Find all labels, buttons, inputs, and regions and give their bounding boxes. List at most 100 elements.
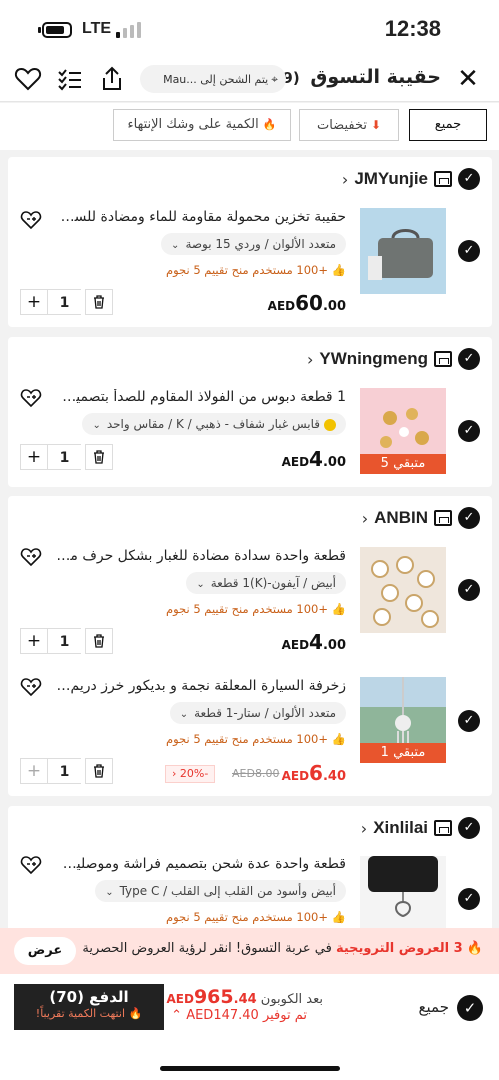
- chevron-down-icon: ⌄: [196, 579, 205, 590]
- quantity-stepper[interactable]: + 1: [20, 444, 115, 470]
- quantity-stepper[interactable]: + 1: [20, 289, 115, 315]
- product-image[interactable]: [360, 208, 446, 294]
- shipping-text: يتم الشحن إلى ...Mau: [163, 73, 269, 86]
- variant-text: قابس غبار شفاف - ذهبي / K / مقاس واحد: [106, 417, 320, 431]
- checkout-button[interactable]: الدفع (70) 🔥 انتهت الكمية تقريباً!: [14, 984, 164, 1030]
- move-to-wishlist-icon[interactable]: [20, 209, 42, 231]
- delete-icon[interactable]: [85, 444, 113, 470]
- delete-icon[interactable]: [85, 628, 113, 654]
- quantity-stepper[interactable]: + 1: [20, 628, 115, 654]
- item-checkbox[interactable]: ✓: [458, 710, 480, 732]
- store-header[interactable]: ✓ YWningmeng ‹: [307, 347, 480, 371]
- quantity-stepper[interactable]: + 1: [20, 758, 115, 784]
- chevron-left-icon: ‹: [361, 508, 369, 528]
- item-checkbox[interactable]: ✓: [458, 579, 480, 601]
- rating-note: 👍 +100 مستخدم منح تقييم 5 نجوم: [165, 602, 346, 616]
- promo-banner[interactable]: 🔥 3 العروض الترويجية في عربة التسوق! انق…: [0, 928, 499, 974]
- store-header[interactable]: ✓ JMYunjie ‹: [342, 167, 480, 191]
- chevron-left-icon: ‹: [341, 169, 349, 189]
- select-all-label[interactable]: جميع: [419, 998, 449, 1016]
- filter-low-stock[interactable]: 🔥الكمية على وشك الإنتهاء: [113, 109, 291, 141]
- rating-note: 👍 +100 مستخدم منح تقييم 5 نجوم: [165, 263, 346, 277]
- increase-button[interactable]: +: [20, 289, 48, 315]
- increase-button[interactable]: +: [20, 758, 48, 784]
- checklist-icon[interactable]: [55, 64, 85, 94]
- store-checkbox[interactable]: ✓: [458, 348, 480, 370]
- discount-badge[interactable]: -20% ‹: [165, 765, 216, 783]
- item-checkbox[interactable]: ✓: [458, 888, 480, 910]
- savings-text[interactable]: تم توفير AED147.40 ⌃: [171, 1008, 307, 1023]
- price: AED60.00: [267, 291, 346, 315]
- product-name[interactable]: قطعة واحدة عدة شحن بتصميم فراشة وموصلين …: [56, 856, 346, 872]
- down-arrow-icon: ⬇: [370, 118, 382, 132]
- increase-button[interactable]: +: [20, 628, 48, 654]
- variant-selector[interactable]: أبيض وأسود من القلب إلى القلب / Type C ⌄: [95, 880, 346, 902]
- variant-selector[interactable]: متعدد الألوان / ستار-1 قطعة ⌄: [169, 702, 346, 724]
- move-to-wishlist-icon[interactable]: [20, 387, 42, 409]
- product-name[interactable]: قطعة واحدة سدادة مضادة للغبار بشكل حرف م…: [56, 548, 346, 564]
- variant-selector[interactable]: متعدد الألوان / وردي 15 بوصة ⌄: [161, 233, 346, 255]
- product-name[interactable]: زخرفة السيارة المعلقة نجمة و بديكور خرز …: [56, 678, 346, 694]
- color-swatch: [324, 418, 336, 431]
- cart-item: ✓ قطعة واحدة عدة شحن بتصميم فراشة وموصلي…: [8, 854, 492, 928]
- product-image[interactable]: متبقي 5: [360, 388, 446, 474]
- home-indicator: [160, 1066, 340, 1071]
- status-bar: LTE 12:38: [0, 0, 499, 58]
- select-all-checkbox[interactable]: ✓: [457, 995, 483, 1021]
- chevron-down-icon: ⌄: [171, 240, 180, 251]
- store-card: ✓ ANBIN ‹ ✓ قطعة واحدة سدادة مضادة للغبا…: [8, 496, 492, 796]
- store-name[interactable]: JMYunjie: [354, 169, 428, 189]
- store-icon: [434, 510, 452, 526]
- promo-text: 🔥 3 العروض الترويجية في عربة التسوق! انق…: [82, 941, 483, 956]
- store-card: ✓ Xinlilai ‹ ✓ قطعة واحدة عدة شحن بتصميم…: [8, 806, 492, 928]
- product-name[interactable]: 1 قطعة دبوس من الفولاذ المقاوم للصدأ بتص…: [56, 389, 346, 405]
- delete-icon[interactable]: [85, 289, 113, 315]
- store-header[interactable]: ✓ Xinlilai ‹: [361, 816, 480, 840]
- wishlist-heart-icon[interactable]: [13, 64, 43, 94]
- store-icon: [434, 171, 452, 187]
- filter-all[interactable]: جميع: [409, 109, 487, 141]
- promo-highlight: 3 العروض الترويجية: [335, 941, 463, 956]
- close-icon[interactable]: ✕: [455, 66, 481, 92]
- increase-button[interactable]: +: [20, 444, 48, 470]
- promo-message: في عربة التسوق! انقر لرؤية العروض الحصري…: [82, 941, 332, 956]
- product-image[interactable]: [360, 547, 446, 633]
- store-header[interactable]: ✓ ANBIN ‹: [362, 506, 480, 530]
- filter-bar: جميع ⬇تخفيضات 🔥الكمية على وشك الإنتهاء: [0, 103, 499, 150]
- product-image[interactable]: متبقي 1: [360, 677, 446, 763]
- variant-text: أبيض وأسود من القلب إلى القلب / Type C: [119, 884, 336, 898]
- store-checkbox[interactable]: ✓: [458, 817, 480, 839]
- stock-badge: متبقي 1: [360, 743, 446, 763]
- share-icon[interactable]: [97, 64, 127, 94]
- store-name[interactable]: Xinlilai: [373, 818, 428, 838]
- store-checkbox[interactable]: ✓: [458, 507, 480, 529]
- quantity-value[interactable]: 1: [48, 289, 81, 315]
- variant-selector[interactable]: أبيض / آيفون-(K)1 قطعة ⌄: [186, 572, 346, 594]
- filter-discounts[interactable]: ⬇تخفيضات: [299, 109, 399, 141]
- battery-icon: [42, 22, 72, 38]
- location-pin-icon: ⌖: [271, 72, 278, 86]
- store-icon: [434, 351, 452, 367]
- product-name[interactable]: حقيبة تخزين محمولة مقاومة للماء ومضادة ل…: [56, 209, 346, 225]
- delete-icon[interactable]: [85, 758, 113, 784]
- quantity-value[interactable]: 1: [48, 758, 81, 784]
- item-checkbox[interactable]: ✓: [458, 240, 480, 262]
- item-checkbox[interactable]: ✓: [458, 420, 480, 442]
- stock-badge: متبقي 5: [360, 454, 446, 474]
- signal-icon: [116, 22, 141, 38]
- store-name[interactable]: ANBIN: [374, 508, 428, 528]
- store-name[interactable]: YWningmeng: [319, 349, 428, 369]
- move-to-wishlist-icon[interactable]: [20, 676, 42, 698]
- view-offers-button[interactable]: عرض: [14, 937, 76, 965]
- product-image[interactable]: [360, 856, 446, 928]
- page-title: حقيبة التسوق (59): [265, 66, 441, 88]
- store-checkbox[interactable]: ✓: [458, 168, 480, 190]
- move-to-wishlist-icon[interactable]: [20, 546, 42, 568]
- quantity-value[interactable]: 1: [48, 444, 81, 470]
- header: ✕ حقيبة التسوق (59) ⌖يتم الشحن إلى ...Ma…: [0, 58, 499, 102]
- move-to-wishlist-icon[interactable]: [20, 854, 42, 876]
- variant-selector[interactable]: قابس غبار شفاف - ذهبي / K / مقاس واحد ⌄: [82, 413, 346, 435]
- quantity-value[interactable]: 1: [48, 628, 81, 654]
- shipping-location-button[interactable]: ⌖يتم الشحن إلى ...Mau: [140, 65, 286, 93]
- price: AED4.00: [281, 630, 346, 654]
